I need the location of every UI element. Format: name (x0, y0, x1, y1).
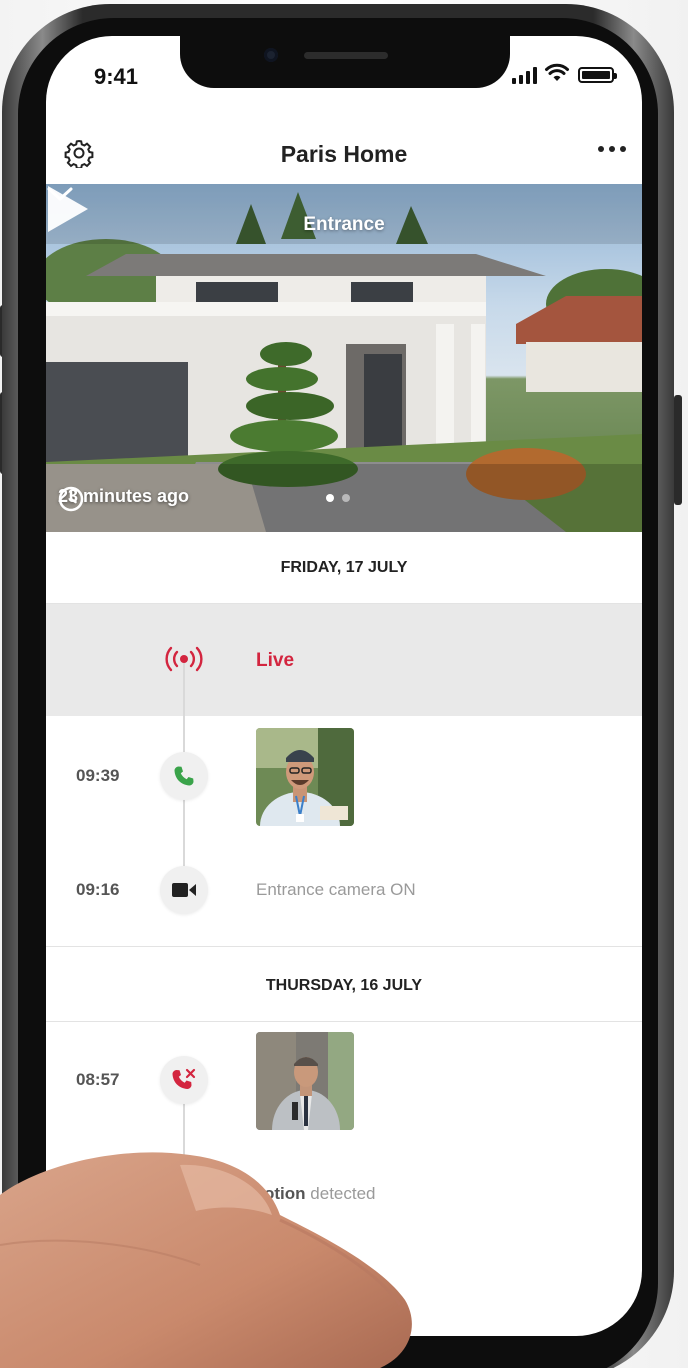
visitor-snapshot[interactable] (256, 728, 354, 826)
phone-side-button (674, 395, 682, 505)
camera-name[interactable]: Entrance (46, 214, 642, 236)
live-broadcast-icon (165, 646, 203, 672)
gear-icon[interactable] (64, 138, 94, 168)
clock-icon (58, 486, 84, 512)
visitor-snapshot[interactable] (256, 1032, 354, 1130)
missed-call-icon (172, 1068, 196, 1089)
video-camera-icon (172, 883, 196, 897)
call-missed-node[interactable] (160, 1056, 208, 1104)
earpiece-speaker (304, 52, 388, 59)
camera-preview[interactable]: Entrance 23 minutes ago (46, 184, 642, 532)
event-time: 08:57 (76, 1070, 120, 1089)
pagination-dot-active[interactable] (326, 494, 334, 502)
call-answered-node[interactable] (160, 752, 208, 800)
status-time: 9:41 (94, 64, 139, 89)
day-header: THURSDAY, 16 JULY (46, 950, 642, 1022)
event-time: 09:39 (76, 766, 120, 785)
section-divider (46, 946, 642, 947)
hand-photo (0, 1152, 412, 1368)
phone-icon (174, 766, 194, 786)
status-bar: 9:41 (46, 36, 642, 124)
notch (180, 36, 510, 88)
page-title: Paris Home (280, 140, 408, 167)
live-label[interactable]: Live (256, 650, 294, 672)
day-header: FRIDAY, 17 JULY (46, 532, 642, 604)
cellular-signal-icon (512, 66, 537, 84)
house-preview-image (46, 184, 642, 532)
visitor-photo (256, 728, 354, 826)
front-camera (264, 48, 278, 62)
more-options-icon[interactable] (598, 146, 626, 152)
visitor-photo (256, 1032, 354, 1130)
last-update: 23 minutes ago (58, 486, 189, 512)
battery-icon (578, 67, 617, 83)
wifi-icon (545, 63, 569, 81)
photo-scene: 9:41 Paris Home Entrance 23 minutes ago … (0, 0, 688, 1368)
app-header: Paris Home (46, 124, 642, 184)
play-icon[interactable] (46, 184, 90, 234)
event-time: 09:16 (76, 880, 120, 899)
event-label: Entrance camera ON (256, 880, 416, 899)
pagination-dots[interactable] (326, 494, 350, 502)
pagination-dot[interactable] (342, 494, 350, 502)
live-row[interactable] (46, 604, 642, 716)
camera-on-node[interactable] (160, 866, 208, 914)
